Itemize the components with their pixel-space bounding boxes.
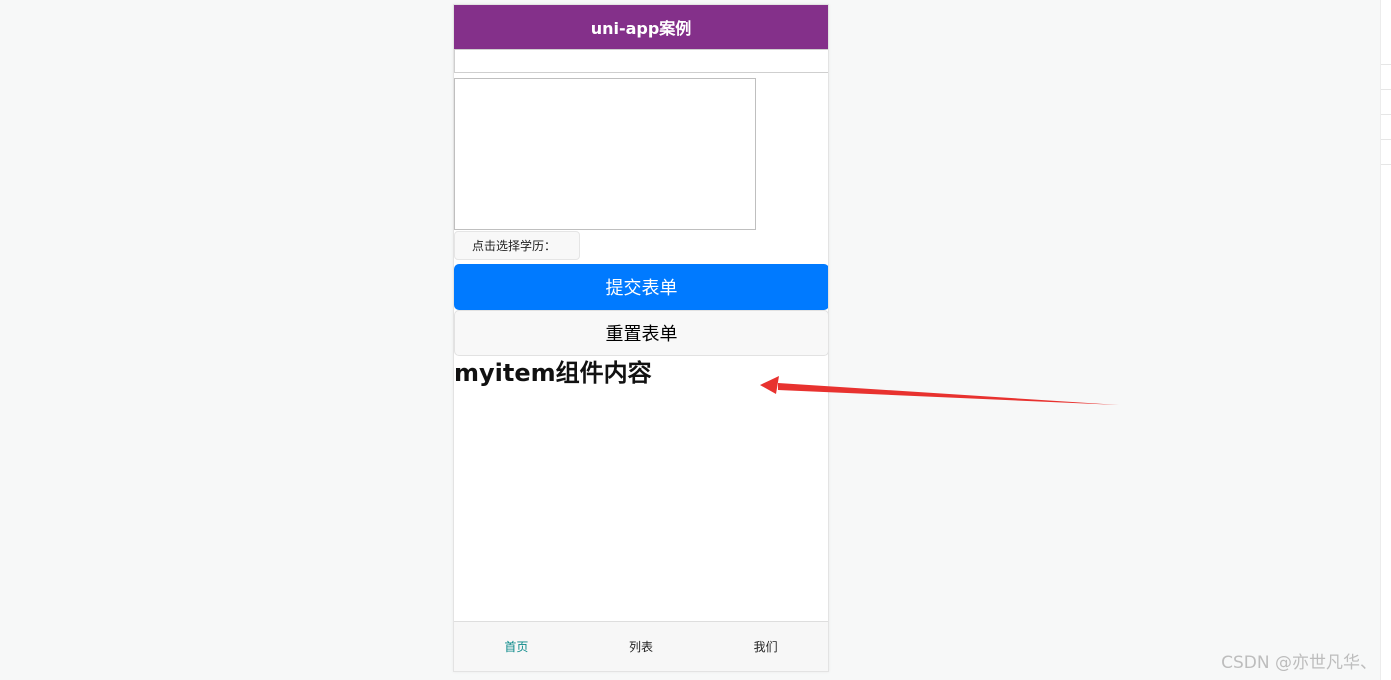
education-picker[interactable]: 点击选择学历： — [454, 231, 580, 260]
right-edge-panel — [1380, 0, 1391, 680]
myitem-component-text: myitem组件内容 — [454, 359, 652, 387]
tab-home[interactable]: 首页 — [454, 622, 579, 671]
submit-button-label: 提交表单 — [605, 278, 678, 299]
tab-list-label: 列表 — [629, 640, 654, 654]
tab-list[interactable]: 列表 — [579, 622, 704, 671]
divider — [1381, 89, 1391, 90]
phone-preview: uni-app案例 点击选择学历： 提交表单 重置表单 myitem组件内容 首… — [453, 4, 829, 672]
watermark: CSDN @亦世凡华、 — [1221, 653, 1377, 673]
page-title: uni-app案例 — [590, 19, 692, 38]
tab-about-label: 我们 — [753, 640, 778, 654]
arrow-shaft — [778, 383, 1119, 405]
reset-button-label: 重置表单 — [605, 324, 678, 345]
divider — [1381, 139, 1391, 140]
divider — [1381, 114, 1391, 115]
divider — [1381, 164, 1391, 165]
reset-button[interactable]: 重置表单 — [454, 310, 828, 356]
textarea-field[interactable] — [454, 78, 756, 230]
desktop-background: uni-app案例 点击选择学历： 提交表单 重置表单 myitem组件内容 首… — [0, 0, 1391, 680]
submit-button[interactable]: 提交表单 — [454, 264, 828, 310]
picker-label: 点击选择学历： — [472, 239, 557, 253]
tab-bar: 首页 列表 我们 — [454, 621, 828, 671]
tab-home-label: 首页 — [504, 640, 529, 654]
divider — [1381, 64, 1391, 65]
navigation-bar: uni-app案例 — [454, 5, 828, 49]
text-input[interactable] — [454, 49, 828, 73]
tab-about[interactable]: 我们 — [703, 622, 828, 671]
